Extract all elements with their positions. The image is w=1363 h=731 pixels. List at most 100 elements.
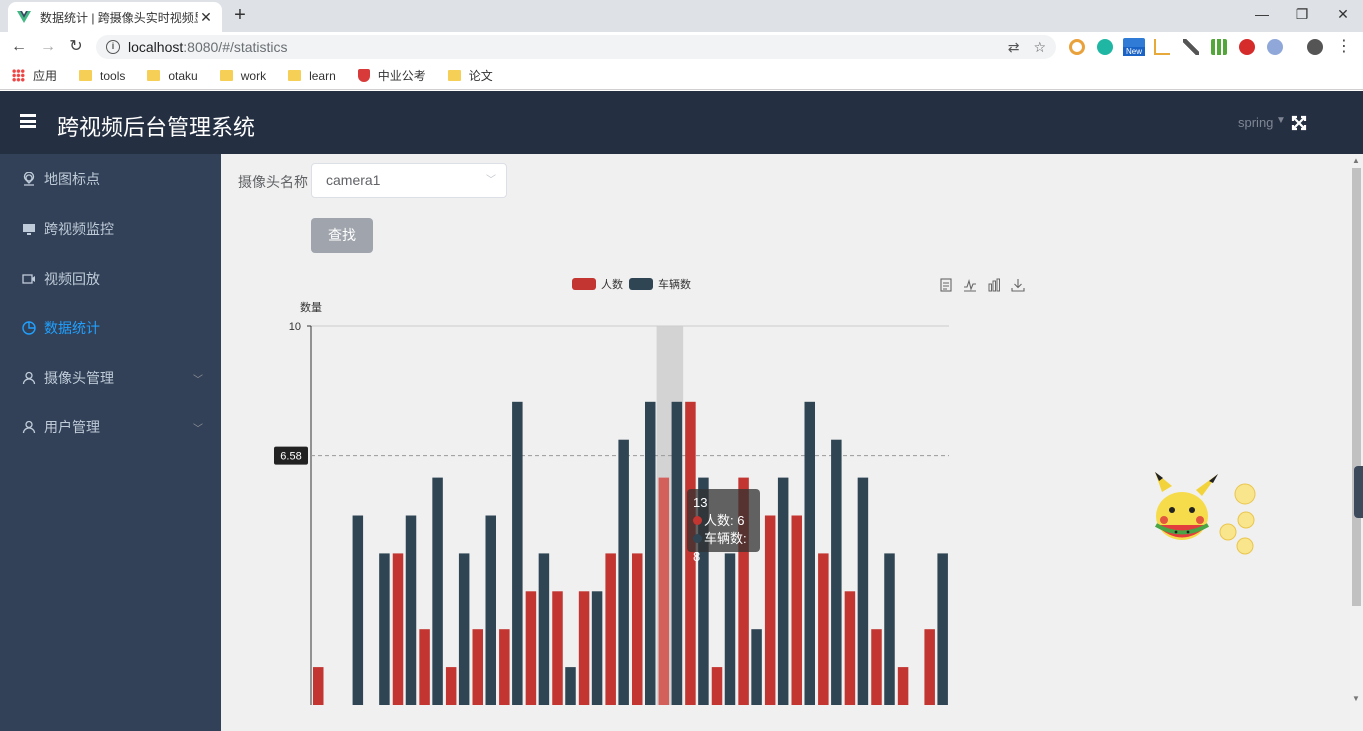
bar-vehicles bbox=[937, 553, 948, 705]
chevron-down-icon: ﹀ bbox=[193, 424, 203, 435]
pikachu-mascot-icon[interactable] bbox=[1150, 470, 1262, 560]
bookmark-star-icon[interactable]: ☆ bbox=[1033, 39, 1046, 56]
y-tick-label: 10 bbox=[289, 321, 301, 333]
side-drawer-handle[interactable] bbox=[1354, 466, 1363, 518]
back-icon[interactable]: ← bbox=[9, 37, 29, 57]
user-name[interactable]: spring bbox=[1238, 115, 1273, 130]
sidebar-item-monitor[interactable]: 跨视频监控 bbox=[0, 204, 221, 254]
extension-new-icon[interactable]: New bbox=[1123, 38, 1145, 56]
bar-people bbox=[818, 553, 829, 705]
url-host: localhost bbox=[128, 39, 184, 55]
bar-vehicles bbox=[458, 553, 470, 705]
bar-people bbox=[658, 477, 670, 705]
bar-vehicles bbox=[512, 401, 523, 705]
bar-people bbox=[578, 591, 590, 705]
forward-icon[interactable]: → bbox=[38, 37, 58, 57]
bar-people bbox=[419, 629, 430, 705]
bookmark-papers[interactable]: 论文 bbox=[447, 67, 493, 84]
browser-tab-strip: 数据统计 | 跨摄像头实时视频显示 ✕ + — ❐ ✕ bbox=[0, 0, 1363, 32]
bar-people bbox=[605, 553, 616, 705]
bar-layer bbox=[313, 401, 948, 705]
bookmark-zhongye[interactable]: 中业公考 bbox=[357, 67, 426, 84]
chart-tooltip: 13 人数: 6 车辆数: 8 bbox=[687, 489, 760, 564]
tooltip-dot-vehicles bbox=[693, 534, 702, 543]
scrollbar-thumb[interactable] bbox=[1352, 168, 1361, 606]
profile-avatar-icon[interactable] bbox=[1307, 39, 1323, 55]
bookmark-learn[interactable]: learn bbox=[288, 69, 336, 83]
video-camera-icon bbox=[22, 274, 35, 284]
bar-vehicles bbox=[565, 667, 576, 705]
sidebar-item-playback[interactable]: 视频回放 bbox=[0, 254, 221, 304]
bar-vehicles bbox=[405, 515, 417, 705]
bar-vehicles bbox=[751, 629, 762, 705]
browser-menu-icon[interactable]: ⋮ bbox=[1334, 37, 1354, 57]
new-tab-icon[interactable]: + bbox=[230, 5, 250, 25]
page-scrollbar[interactable]: ▲ ▼ bbox=[1350, 154, 1363, 731]
bar-people bbox=[445, 667, 457, 705]
sidebar-item-statistics[interactable]: 数据统计 bbox=[0, 303, 221, 353]
main-content: 摄像头名称 camera1 ﹀ 查找 人数 车辆数 数量 10 6.58 13 人… bbox=[221, 154, 1350, 731]
folder-icon bbox=[79, 70, 93, 81]
extension-feather-icon[interactable] bbox=[1267, 39, 1283, 55]
bar-vehicles bbox=[671, 401, 683, 705]
bar-chart[interactable]: 数量 10 6.58 bbox=[221, 154, 1350, 731]
tab-title: 数据统计 | 跨摄像头实时视频显示 bbox=[40, 10, 198, 25]
bookmark-apps[interactable]: 应用 bbox=[12, 67, 57, 84]
bar-vehicles bbox=[618, 439, 629, 705]
bar-people bbox=[632, 553, 643, 705]
fullscreen-icon[interactable] bbox=[1291, 115, 1307, 131]
bar-vehicles bbox=[804, 401, 815, 705]
scroll-down-icon[interactable]: ▼ bbox=[1352, 694, 1360, 703]
close-tab-icon[interactable]: ✕ bbox=[198, 9, 214, 26]
bar-people bbox=[924, 629, 935, 705]
bar-people bbox=[871, 629, 882, 705]
extension-crop-icon[interactable] bbox=[1154, 39, 1170, 55]
sidebar-item-map[interactable]: 地图标点 bbox=[0, 154, 221, 204]
app-title: 跨视频后台管理系统 bbox=[57, 115, 256, 140]
tooltip-dot-people bbox=[693, 516, 702, 525]
bar-vehicles bbox=[538, 553, 550, 705]
bookmark-tools[interactable]: tools bbox=[79, 69, 125, 83]
folder-icon bbox=[447, 70, 461, 81]
bookmark-work[interactable]: work bbox=[219, 69, 266, 83]
sidebar-item-user-mgmt[interactable]: 用户管理 ﹀ bbox=[0, 402, 221, 452]
tooltip-people: 人数: 6 bbox=[704, 513, 745, 528]
bar-vehicles bbox=[884, 553, 895, 705]
translate-icon[interactable]: ⇄ bbox=[1008, 39, 1020, 56]
map-pin-icon bbox=[23, 172, 35, 186]
extension-adblock-icon[interactable] bbox=[1239, 39, 1255, 55]
user-icon bbox=[22, 371, 36, 385]
bar-vehicles bbox=[485, 515, 496, 705]
bar-vehicles bbox=[831, 439, 842, 705]
extension-grammar-icon[interactable] bbox=[1097, 39, 1113, 55]
shield-logo-icon bbox=[357, 69, 370, 82]
site-info-icon[interactable]: i bbox=[106, 40, 120, 54]
extension-circle-icon[interactable] bbox=[1069, 39, 1085, 55]
monitor-icon bbox=[23, 224, 35, 235]
bar-people bbox=[844, 591, 856, 705]
bar-people bbox=[764, 515, 776, 705]
extension-qr-icon[interactable] bbox=[1211, 39, 1227, 55]
sidebar-item-camera-mgmt[interactable]: 摄像头管理 ﹀ bbox=[0, 353, 221, 403]
bookmark-otaku[interactable]: otaku bbox=[147, 69, 198, 83]
bar-vehicles bbox=[352, 515, 364, 705]
url-bar[interactable]: i localhost:8080/#/statistics ⇄ ☆ bbox=[96, 35, 1056, 59]
browser-tab[interactable]: 数据统计 | 跨摄像头实时视频显示 ✕ bbox=[8, 2, 222, 32]
caret-down-icon[interactable]: ▼ bbox=[1276, 115, 1286, 126]
new-badge: New bbox=[1123, 47, 1145, 56]
app-header: 跨视频后台管理系统 spring ▼ bbox=[0, 91, 1363, 154]
extension-eyedropper-icon[interactable] bbox=[1183, 39, 1199, 55]
bar-people bbox=[897, 667, 909, 705]
menu-toggle-icon[interactable] bbox=[20, 114, 36, 128]
folder-icon bbox=[147, 70, 161, 81]
reload-icon[interactable]: ↻ bbox=[66, 37, 86, 57]
scroll-up-icon[interactable]: ▲ bbox=[1352, 156, 1360, 165]
restore-icon[interactable]: ❐ bbox=[1279, 0, 1325, 28]
window-close-icon[interactable]: ✕ bbox=[1320, 0, 1363, 28]
bar-people bbox=[499, 629, 510, 705]
bookmarks-bar: 应用 tools otaku work learn 中业公考 论文 bbox=[0, 62, 1363, 90]
bar-vehicles bbox=[857, 477, 869, 705]
user-icon bbox=[22, 420, 36, 434]
bar-vehicles bbox=[591, 591, 603, 705]
vue-logo-icon bbox=[17, 11, 31, 23]
